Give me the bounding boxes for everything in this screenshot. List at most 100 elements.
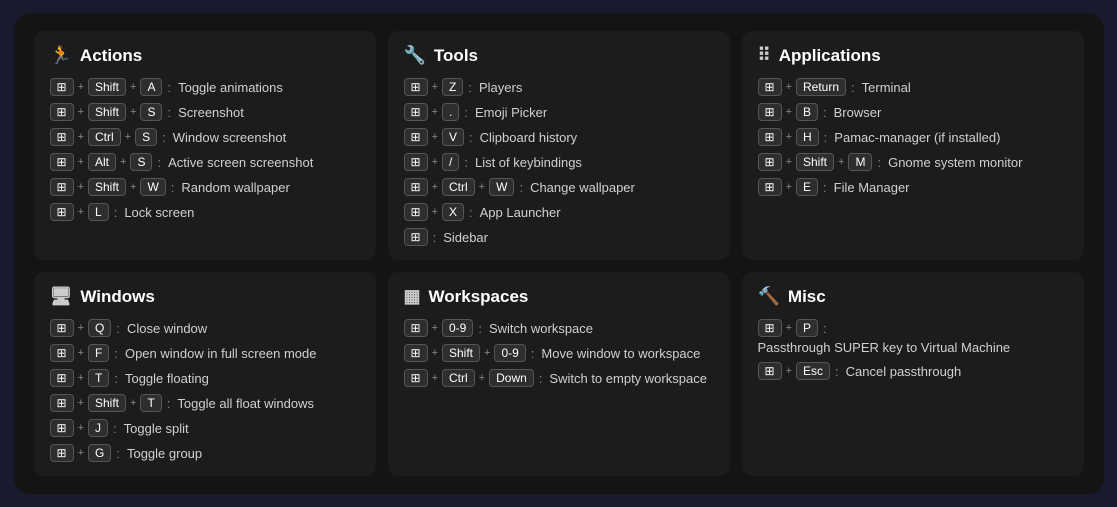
keybind-colon: : <box>114 346 118 361</box>
key-badge: ⊞ <box>404 203 428 221</box>
key-badge: ⊞ <box>50 128 74 146</box>
keybind-label: Terminal <box>862 80 911 95</box>
section-title-workspaces: ▦Workspaces <box>404 286 714 307</box>
keybind-label: Lock screen <box>124 205 194 220</box>
keybind-row: ⊞+Ctrl+W:Change wallpaper <box>404 178 714 196</box>
key-separator: + <box>838 156 844 168</box>
keybind-label: Change wallpaper <box>530 180 635 195</box>
keybind-row: ⊞+Return:Terminal <box>758 78 1068 96</box>
key-separator: + <box>78 347 84 359</box>
key-separator: + <box>130 81 136 93</box>
key-separator: + <box>432 347 438 359</box>
key-badge: Ctrl <box>442 369 475 387</box>
keybind-label: Emoji Picker <box>475 105 547 120</box>
keybind-row: ⊞+0-9:Switch workspace <box>404 319 714 337</box>
key-badge: H <box>796 128 819 146</box>
key-badge: ⊞ <box>758 178 782 196</box>
keybind-row: ⊞+Q:Close window <box>50 319 360 337</box>
keybind-colon: : <box>478 321 482 336</box>
keybind-label: Passthrough SUPER key to Virtual Machine <box>758 340 1011 355</box>
workspaces-icon: ▦ <box>404 286 421 307</box>
key-badge: Shift <box>442 344 480 362</box>
key-badge: ⊞ <box>50 103 74 121</box>
key-separator: + <box>432 156 438 168</box>
keybind-row: ⊞+Ctrl+Down:Switch to empty workspace <box>404 369 714 387</box>
keybind-colon: : <box>167 105 171 120</box>
key-badge: S <box>135 128 157 146</box>
keybind-colon: : <box>823 180 827 195</box>
key-badge: M <box>848 153 872 171</box>
windows-title-text: Windows <box>80 287 154 307</box>
key-badge: ⊞ <box>758 103 782 121</box>
section-actions: 🏃Actions⊞+Shift+A:Toggle animations⊞+Shi… <box>34 31 376 260</box>
keybind-row: ⊞+Shift+M:Gnome system monitor <box>758 153 1068 171</box>
keybind-row: ⊞+Alt+S:Active screen screenshot <box>50 153 360 171</box>
keybind-row: ⊞+F:Open window in full screen mode <box>50 344 360 362</box>
keybind-label: Players <box>479 80 522 95</box>
keybind-label: List of keybindings <box>475 155 582 170</box>
key-separator: + <box>432 81 438 93</box>
keybind-label: Close window <box>127 321 207 336</box>
key-badge: ⊞ <box>404 344 428 362</box>
key-badge: ⊞ <box>404 153 428 171</box>
key-badge: Shift <box>88 178 126 196</box>
keybind-row: ⊞+X:App Launcher <box>404 203 714 221</box>
keybind-label: Toggle animations <box>178 80 283 95</box>
key-separator: + <box>786 181 792 193</box>
keybind-colon: : <box>823 321 827 336</box>
keybind-colon: : <box>531 346 535 361</box>
key-badge: B <box>796 103 818 121</box>
key-badge: ⊞ <box>758 78 782 96</box>
key-separator: + <box>786 81 792 93</box>
tools-icon: 🔧 <box>404 45 426 66</box>
key-badge: S <box>140 103 162 121</box>
misc-title-text: Misc <box>788 287 826 307</box>
keybind-colon: : <box>433 230 437 245</box>
key-separator: + <box>78 106 84 118</box>
key-badge: V <box>442 128 464 146</box>
keybind-label: Browser <box>834 105 882 120</box>
actions-title-text: Actions <box>80 46 142 66</box>
keybind-label: Window screenshot <box>173 130 286 145</box>
keybind-colon: : <box>469 205 473 220</box>
key-badge: ⊞ <box>50 78 74 96</box>
keybind-row: ⊞+V:Clipboard history <box>404 128 714 146</box>
key-badge: ⊞ <box>404 228 428 246</box>
key-badge: P <box>796 319 818 337</box>
key-badge: ⊞ <box>404 178 428 196</box>
key-badge: ⊞ <box>758 128 782 146</box>
key-badge: T <box>88 369 109 387</box>
key-separator: + <box>78 322 84 334</box>
key-badge: ⊞ <box>50 203 74 221</box>
applications-title-text: Applications <box>779 46 881 66</box>
key-badge: ⊞ <box>50 369 74 387</box>
keybind-label: App Launcher <box>480 205 561 220</box>
keybind-label: Toggle group <box>127 446 202 461</box>
key-separator: + <box>130 106 136 118</box>
keybind-label: Toggle split <box>124 421 189 436</box>
key-badge: 0-9 <box>494 344 525 362</box>
keybind-label: Pamac-manager (if installed) <box>834 130 1000 145</box>
keybind-row: ⊞+H:Pamac-manager (if installed) <box>758 128 1068 146</box>
key-badge: G <box>88 444 111 462</box>
windows-icon: 🖥 <box>50 286 73 307</box>
actions-icon: 🏃 <box>50 45 72 66</box>
keybindings-overlay: 🏃Actions⊞+Shift+A:Toggle animations⊞+Shi… <box>14 13 1104 494</box>
key-badge: ⊞ <box>404 128 428 146</box>
key-separator: + <box>78 156 84 168</box>
key-badge: Esc <box>796 362 830 380</box>
key-badge: ⊞ <box>50 344 74 362</box>
keybind-row: ⊞+Ctrl+S:Window screenshot <box>50 128 360 146</box>
keybind-row: ⊞+.:Emoji Picker <box>404 103 714 121</box>
key-badge: ⊞ <box>404 103 428 121</box>
key-badge: ⊞ <box>50 178 74 196</box>
keybind-label: Active screen screenshot <box>168 155 313 170</box>
section-workspaces: ▦Workspaces ⊞+0-9:Switch workspace ⊞ + Shift… <box>388 272 730 476</box>
key-badge: Down <box>489 369 534 387</box>
key-badge: ⊞ <box>758 319 782 337</box>
keybind-row: ⊞+Shift+0-9:Move window to workspace <box>404 344 714 362</box>
key-badge: Q <box>88 319 111 337</box>
key-badge: Ctrl <box>442 178 475 196</box>
key-badge: ⊞ <box>50 419 74 437</box>
key-separator: + <box>479 181 485 193</box>
